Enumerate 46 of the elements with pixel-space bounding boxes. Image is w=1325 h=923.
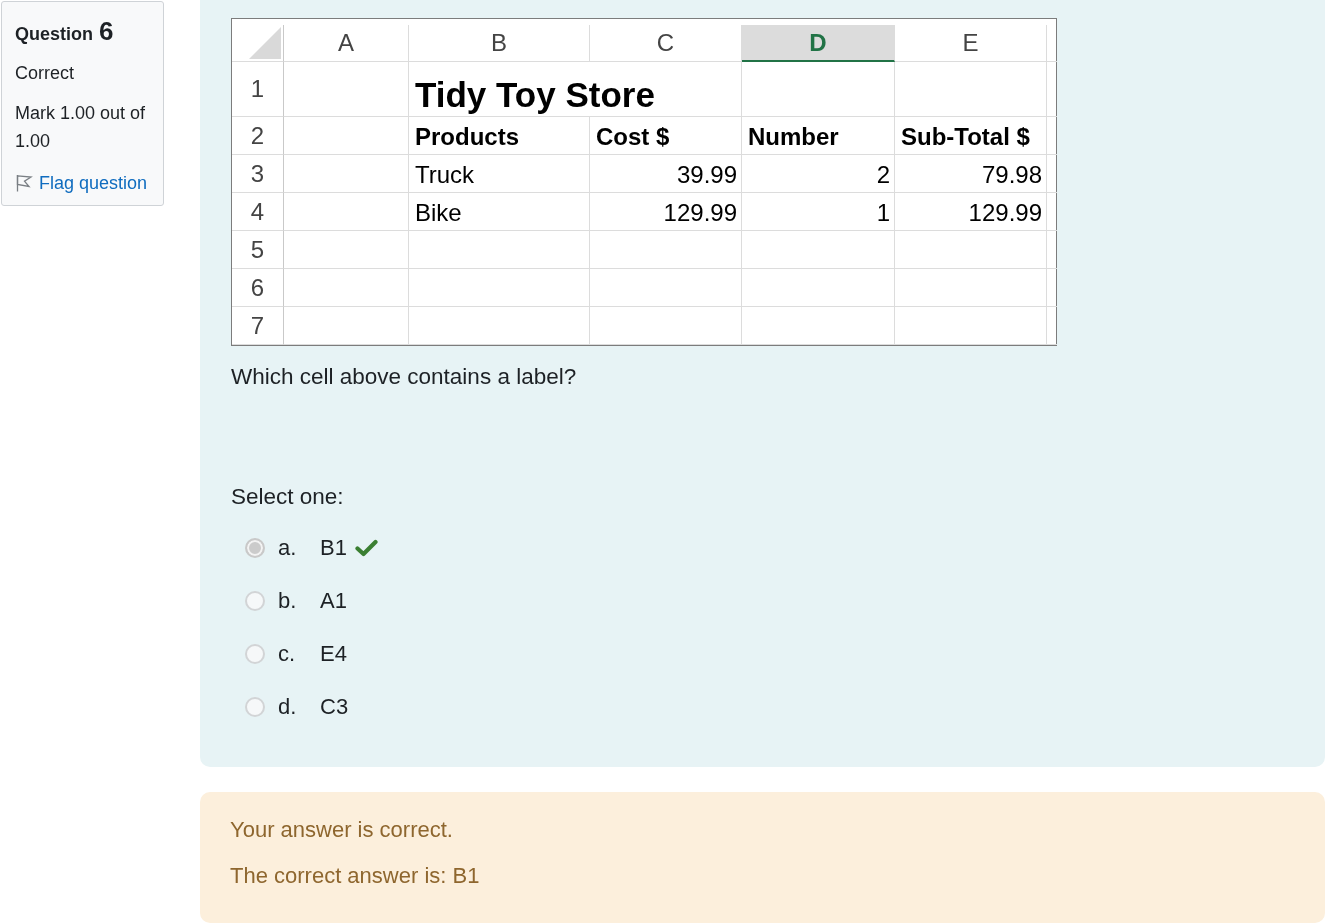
spreadsheet-cell: Tidy Toy Store bbox=[409, 62, 742, 117]
spreadsheet-cell: Bike bbox=[409, 193, 590, 231]
row-header: 2 bbox=[232, 117, 284, 155]
question-label: Question bbox=[15, 23, 93, 46]
column-header: D bbox=[742, 25, 895, 62]
option-text: E4 bbox=[320, 640, 347, 667]
row-header: 7 bbox=[232, 307, 284, 345]
option-letter: b. bbox=[278, 587, 298, 614]
spreadsheet-cell: Sub-Total $ bbox=[895, 117, 1047, 155]
spreadsheet-cell: 39.99 bbox=[590, 155, 742, 193]
row-header: 4 bbox=[232, 193, 284, 231]
row-header: 6 bbox=[232, 269, 284, 307]
spreadsheet-cell: 79.98 bbox=[895, 155, 1047, 193]
spreadsheet-cell: Products bbox=[409, 117, 590, 155]
mark-text: Mark 1.00 out of 1.00 bbox=[15, 102, 147, 153]
radio-button[interactable] bbox=[245, 590, 265, 611]
option-text: C3 bbox=[320, 693, 349, 720]
radio-button[interactable] bbox=[245, 696, 265, 717]
option-text: B1 bbox=[320, 534, 347, 561]
option-text: A1 bbox=[320, 587, 347, 614]
correct-answer-text: The correct answer is: B1 bbox=[230, 862, 480, 890]
option-letter: a. bbox=[278, 534, 298, 561]
row-header: 3 bbox=[232, 155, 284, 193]
spreadsheet-cell: Cost $ bbox=[590, 117, 742, 155]
column-header: E bbox=[895, 25, 1047, 62]
option-letter: d. bbox=[278, 693, 298, 720]
column-header: A bbox=[284, 25, 409, 62]
flag-question-link[interactable]: Flag question bbox=[15, 169, 148, 197]
row-header: 5 bbox=[232, 231, 284, 269]
spreadsheet-cell: Number bbox=[742, 117, 895, 155]
corner-triangle-icon bbox=[249, 27, 281, 59]
option-letter: c. bbox=[278, 640, 297, 667]
radio-button[interactable] bbox=[245, 537, 265, 558]
question-number: 6 bbox=[99, 16, 114, 46]
spreadsheet-cell: 129.99 bbox=[895, 193, 1047, 231]
question-state-text: Correct bbox=[15, 62, 74, 85]
radio-button[interactable] bbox=[245, 643, 265, 664]
spreadsheet-cell: 2 bbox=[742, 155, 895, 193]
column-header: B bbox=[409, 25, 590, 62]
instruction-text: Select one: bbox=[231, 483, 344, 511]
row-header: 1 bbox=[232, 62, 284, 117]
spreadsheet-cell: 129.99 bbox=[590, 193, 742, 231]
spreadsheet-cell: 1 bbox=[742, 193, 895, 231]
spreadsheet-cell: Truck bbox=[409, 155, 590, 193]
feedback-message: Your answer is correct. bbox=[230, 816, 453, 844]
question-text: Which cell above contains a label? bbox=[231, 363, 577, 391]
